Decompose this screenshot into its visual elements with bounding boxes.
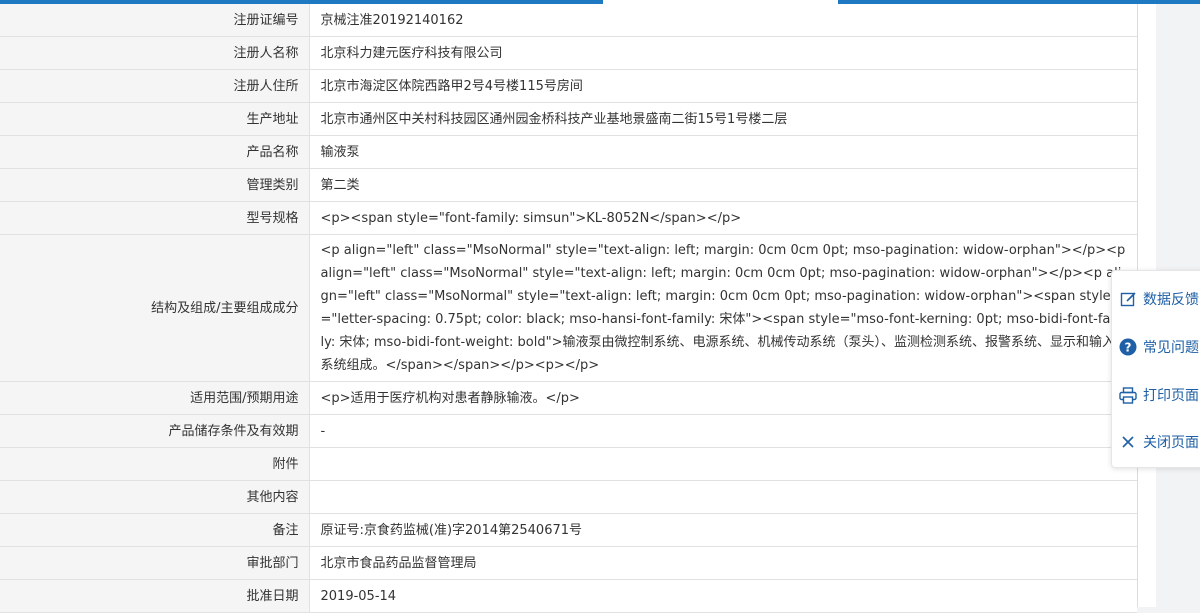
row-value: 北京科力建元医疗科技有限公司 <box>309 36 1137 70</box>
row-value: <p align="left" class="MsoNormal" style=… <box>309 234 1137 382</box>
row-value: 原证号:京食药监械(准)字2014第2540671号 <box>309 513 1137 547</box>
feedback-button[interactable]: 数据反馈 <box>1112 276 1200 322</box>
floating-action-menu: 数据反馈 ? 常见问题 打印页面 关闭页面 <box>1111 270 1200 468</box>
table-row-approval-date: 批准日期 2019-05-14 <box>0 579 1137 613</box>
close-page-label: 关闭页面 <box>1143 435 1199 451</box>
row-label: 产品储存条件及有效期 <box>0 414 310 448</box>
faq-button[interactable]: ? 常见问题 <box>1112 324 1200 370</box>
row-label: 注册证编号 <box>0 4 310 37</box>
table-row-production-address: 生产地址 北京市通州区中关村科技园区通州园金桥科技产业基地景盛南二街15号1号楼… <box>0 102 1137 136</box>
close-icon <box>1118 432 1138 452</box>
printer-icon <box>1118 385 1138 405</box>
row-label: 审批部门 <box>0 546 310 580</box>
table-row-other-content: 其他内容 <box>0 480 1137 514</box>
table-row-intended-use: 适用范围/预期用途 <p>适用于医疗机构对患者静脉输液。</p> <box>0 381 1137 415</box>
detail-panel: 注册证编号 京械注准20192140162 注册人名称 北京科力建元医疗科技有限… <box>0 4 1138 613</box>
table-row-structure-composition: 结构及组成/主要组成成分 <p align="left" class="MsoN… <box>0 234 1137 382</box>
help-icon: ? <box>1118 337 1138 357</box>
row-value: <p>适用于医疗机构对患者静脉输液。</p> <box>309 381 1137 415</box>
table-row-approval-department: 审批部门 北京市食品药品监督管理局 <box>0 546 1137 580</box>
row-value: 输液泵 <box>309 135 1137 169</box>
table-row-registration-number: 注册证编号 京械注准20192140162 <box>0 4 1137 37</box>
row-label: 批准日期 <box>0 579 310 613</box>
row-value <box>309 447 1137 481</box>
table-row-model-spec: 型号规格 <p><span style="font-family: simsun… <box>0 201 1137 235</box>
table-row-registrant-address: 注册人住所 北京市海淀区体院西路甲2号4号楼115号房间 <box>0 69 1137 103</box>
detail-table: 注册证编号 京械注准20192140162 注册人名称 北京科力建元医疗科技有限… <box>0 4 1137 613</box>
table-row-product-name: 产品名称 输液泵 <box>0 135 1137 169</box>
row-value: 第二类 <box>309 168 1137 202</box>
table-row-management-category: 管理类别 第二类 <box>0 168 1137 202</box>
row-label: 其他内容 <box>0 480 310 514</box>
row-value: - <box>309 414 1137 448</box>
edit-icon <box>1118 289 1138 309</box>
row-label: 结构及组成/主要组成成分 <box>0 234 310 382</box>
row-label: 注册人住所 <box>0 69 310 103</box>
close-page-button[interactable]: 关闭页面 <box>1112 419 1200 465</box>
row-value: 北京市海淀区体院西路甲2号4号楼115号房间 <box>309 69 1137 103</box>
feedback-label: 数据反馈 <box>1143 292 1199 308</box>
row-value: 北京市通州区中关村科技园区通州园金桥科技产业基地景盛南二街15号1号楼二层 <box>309 102 1137 136</box>
print-button[interactable]: 打印页面 <box>1112 372 1200 418</box>
row-value: 京械注准20192140162 <box>309 4 1137 37</box>
row-label: 备注 <box>0 513 310 547</box>
faq-label: 常见问题 <box>1143 340 1199 356</box>
print-label: 打印页面 <box>1143 388 1199 404</box>
row-label: 管理类别 <box>0 168 310 202</box>
table-row-registrant-name: 注册人名称 北京科力建元医疗科技有限公司 <box>0 36 1137 70</box>
table-row-storage-validity: 产品储存条件及有效期 - <box>0 414 1137 448</box>
row-label: 适用范围/预期用途 <box>0 381 310 415</box>
row-label: 附件 <box>0 447 310 481</box>
row-value: 北京市食品药品监督管理局 <box>309 546 1137 580</box>
row-value: 2019-05-14 <box>309 579 1137 613</box>
svg-text:?: ? <box>1125 341 1132 355</box>
table-row-remarks: 备注 原证号:京食药监械(准)字2014第2540671号 <box>0 513 1137 547</box>
row-label: 产品名称 <box>0 135 310 169</box>
row-label: 型号规格 <box>0 201 310 235</box>
row-value: <p><span style="font-family: simsun">KL-… <box>309 201 1137 235</box>
row-label: 生产地址 <box>0 102 310 136</box>
row-value <box>309 480 1137 514</box>
row-label: 注册人名称 <box>0 36 310 70</box>
table-row-attachment: 附件 <box>0 447 1137 481</box>
